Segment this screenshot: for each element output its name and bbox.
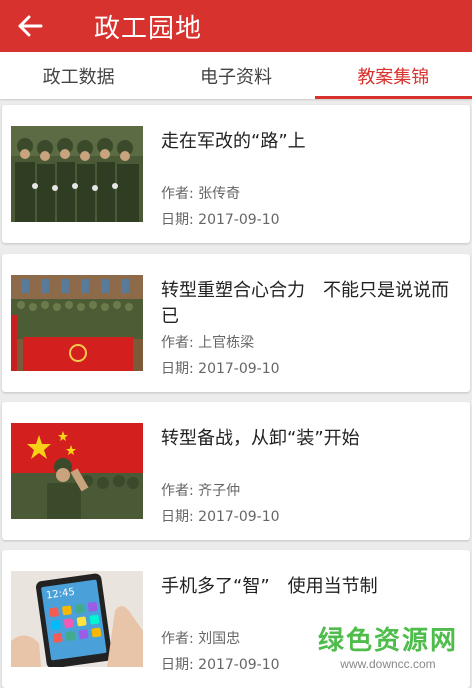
top-app-bar: 政工园地 xyxy=(0,0,472,52)
article-thumbnail xyxy=(11,126,143,222)
tab-electronic-materials[interactable]: 电子资料 xyxy=(157,52,314,99)
article-title: 走在军改的“路”上 xyxy=(161,131,306,152)
tab-bar: 政工数据 电子资料 教案集锦 xyxy=(0,52,472,99)
article-title: 转型备战，从卸“装”开始 xyxy=(161,428,360,449)
article-date: 日期: 2017-09-10 xyxy=(161,509,280,525)
tab-politics-data[interactable]: 政工数据 xyxy=(0,52,157,99)
article-thumbnail xyxy=(11,275,143,371)
article-author: 作者: 刘国忠 xyxy=(161,631,241,647)
arrow-left-icon xyxy=(18,15,43,37)
article-title: 手机多了“智” 使用当节制 xyxy=(161,576,378,597)
article-thumbnail: 12:45 xyxy=(11,571,143,667)
article-date: 日期: 2017-09-10 xyxy=(161,212,280,228)
site-watermark: 绿色资源网 www.downcc.com xyxy=(318,620,458,671)
tab-lesson-plans[interactable]: 教案集锦 xyxy=(314,52,472,99)
article-title: 转型重塑合心合力 不能只是说说而已 xyxy=(161,280,449,327)
page-title: 政工园地 xyxy=(94,13,203,44)
article-thumbnail xyxy=(11,423,143,519)
article-card[interactable]: 转型重塑合心合力 不能只是说说而已 作者: 上官栋梁 日期: 2017-09-1… xyxy=(2,254,470,392)
article-card[interactable]: 走在军改的“路”上 作者: 张传奇 日期: 2017-09-10 xyxy=(2,105,470,243)
article-author: 作者: 齐子仲 xyxy=(161,483,241,499)
watermark-url: www.downcc.com xyxy=(340,657,436,671)
back-button[interactable] xyxy=(0,0,60,52)
article-date: 日期: 2017-09-10 xyxy=(161,657,280,673)
watermark-title: 绿色资源网 xyxy=(317,626,458,656)
article-author: 作者: 张传奇 xyxy=(161,186,241,202)
article-date: 日期: 2017-09-10 xyxy=(161,361,280,377)
article-card[interactable]: 转型备战，从卸“装”开始 作者: 齐子仲 日期: 2017-09-10 xyxy=(2,402,470,540)
article-author: 作者: 上官栋梁 xyxy=(161,335,255,351)
